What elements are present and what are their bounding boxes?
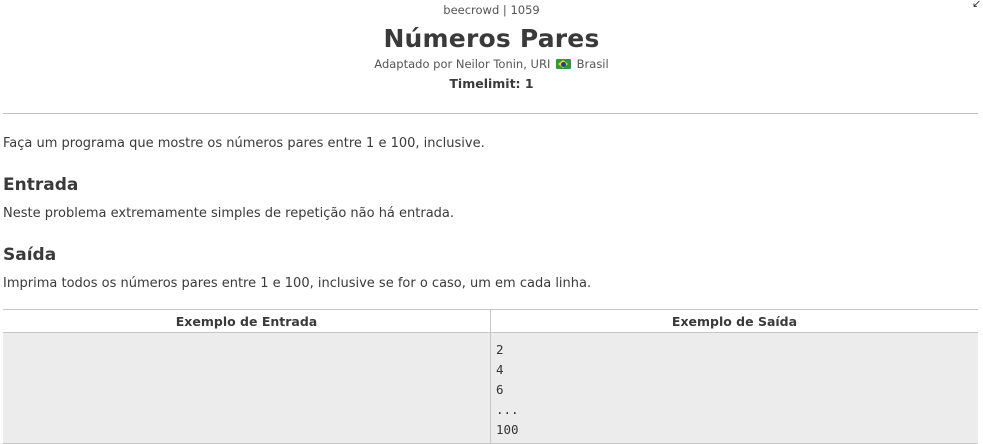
sample-output-line: 2 [496, 342, 504, 357]
samples-table: Exemplo de Entrada Exemplo de Saída 2 4 6.… [3, 309, 978, 444]
page-title: Números Pares [383, 24, 600, 53]
sample-input-cell[interactable] [3, 332, 491, 444]
timelimit: Timelimit: 1 [449, 76, 534, 91]
author-line: Adaptado por Neilor Tonin, URI Brasil [0, 57, 983, 71]
sample-output-line: 100 [496, 422, 519, 437]
input-description: Neste problema extremamente simples de r… [3, 206, 455, 221]
sample-output-line: 6 [496, 382, 504, 397]
problem-description: Faça um programa que mostre os números p… [3, 136, 485, 151]
output-description: Imprima todos os números pares entre 1 e… [3, 276, 592, 291]
sample-input-header: Exemplo de Entrada [3, 309, 491, 333]
input-heading: Entrada [3, 175, 79, 195]
problem-source: beecrowd | 1059 [443, 3, 540, 17]
sample-output-text: 2 4 6... 100 [491, 333, 978, 440]
author-text: Adaptado por Neilor Tonin, URI [374, 57, 551, 71]
problem-header: beecrowd | 1059 Números Pares Adaptado p… [0, 0, 983, 91]
country-text: Brasil [576, 57, 609, 71]
sample-output-line: ... [496, 402, 519, 417]
sample-output-header: Exemplo de Saída [490, 309, 978, 333]
sample-output-cell[interactable]: 2 4 6... 100 [490, 332, 978, 444]
resize-arrow-icon[interactable]: ↙ [972, 0, 983, 7]
sample-output-line: 4 [496, 362, 504, 377]
samples-header-row: Exemplo de Entrada Exemplo de Saída [3, 309, 978, 333]
header-divider [3, 113, 978, 114]
problem-page: ↙ beecrowd | 1059 Números Pares Adaptado… [0, 0, 983, 444]
brazil-flag-icon [556, 59, 571, 69]
output-heading: Saída [3, 245, 57, 265]
samples-body-row: 2 4 6... 100 [3, 332, 978, 444]
